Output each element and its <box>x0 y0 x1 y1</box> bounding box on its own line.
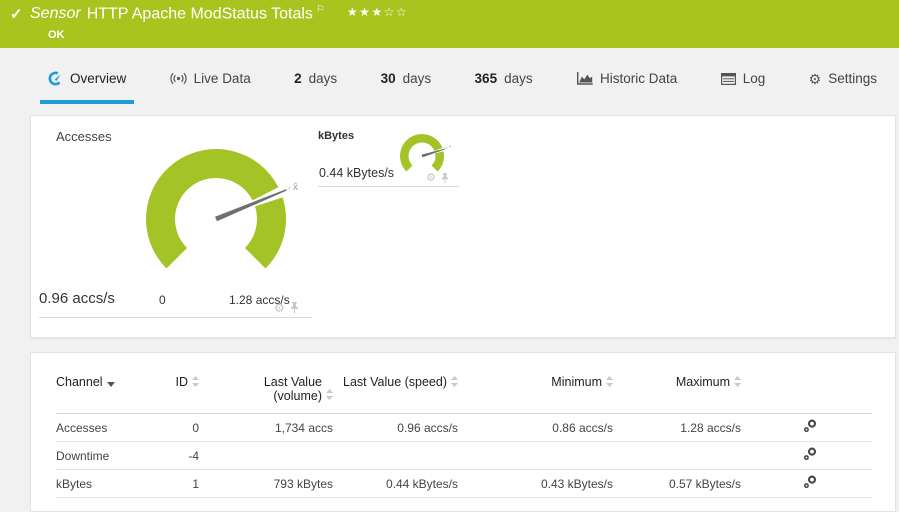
gauge-current-value: 0.96 accs/s <box>39 290 115 307</box>
channel-id: 0 <box>151 414 199 442</box>
gear-icon: ⚙ <box>809 72 822 86</box>
average-marker-line <box>446 146 453 149</box>
tab-settings[interactable]: ⚙ Settings <box>801 57 885 104</box>
broadcast-icon <box>170 72 187 85</box>
tab-2-days[interactable]: 2 days <box>286 57 345 104</box>
tab-overview-label: Overview <box>70 71 126 86</box>
column-header-channel[interactable]: Channel <box>56 367 151 414</box>
gear-icon[interactable]: ⚙ <box>274 302 285 314</box>
gauge-current-value: 0.44 kBytes/s <box>319 166 394 180</box>
page-title: HTTP Apache ModStatus Totals <box>87 5 313 22</box>
gauges-panel: Accesses x̄ 0 1.28 accs/s 0.96 accs/s ⚙ … <box>30 115 896 338</box>
channel-settings-icon[interactable] <box>803 478 817 492</box>
gauge-title-kbytes: kBytes <box>318 130 354 142</box>
table-row: Accesses 0 1,734 accs 0.96 accs/s 0.86 a… <box>56 414 872 442</box>
table-row: Downtime -4 <box>56 442 872 470</box>
channels-panel: Channel ID Last Value (volume) Last Valu… <box>30 352 896 512</box>
flag-icon[interactable]: ⚐ <box>316 4 325 15</box>
tab-historic-data[interactable]: Historic Data <box>568 57 685 104</box>
tab-30-days-number: 30 <box>381 71 396 86</box>
sensor-title-line: Sensor HTTP Apache ModStatus Totals⚐ ★★★☆☆ <box>30 4 408 23</box>
channel-settings-icon[interactable] <box>803 450 817 464</box>
table-header-row: Channel ID Last Value (volume) Last Valu… <box>56 367 872 414</box>
average-marker: x̄ <box>293 182 298 193</box>
table-row: kBytes 1 793 kBytes 0.44 kBytes/s 0.43 k… <box>56 470 872 498</box>
channel-settings-icon[interactable] <box>803 422 817 436</box>
tab-log[interactable]: Log <box>713 57 774 104</box>
tab-bar: Overview Live Data 2 days 30 days 365 da… <box>40 57 885 104</box>
accesses-gauge[interactable]: x̄ <box>141 144 311 296</box>
tab-historic-data-label: Historic Data <box>600 71 677 86</box>
channel-maximum <box>613 442 741 470</box>
channel-maximum: 1.28 accs/s <box>613 414 741 442</box>
object-kind-label: Sensor <box>30 5 81 22</box>
channel-last-volume <box>199 442 333 470</box>
channels-table: Channel ID Last Value (volume) Last Valu… <box>56 367 872 498</box>
status-badge: OK <box>48 29 65 41</box>
widget-divider <box>39 317 312 318</box>
pin-icon[interactable] <box>290 302 299 314</box>
channel-minimum <box>458 442 613 470</box>
column-header-maximum[interactable]: Maximum <box>613 367 741 414</box>
column-header-last-value-speed[interactable]: Last Value (speed) <box>333 367 458 414</box>
channel-name[interactable]: Accesses <box>56 414 151 442</box>
channel-last-volume: 793 kBytes <box>199 470 333 498</box>
area-chart-icon <box>576 72 593 86</box>
channel-last-speed: 0.44 kBytes/s <box>333 470 458 498</box>
channel-name[interactable]: Downtime <box>56 442 151 470</box>
gauge-icon <box>48 71 63 86</box>
sort-icon[interactable] <box>734 376 741 390</box>
column-header-last-value-volume[interactable]: Last Value (volume) <box>199 367 333 414</box>
pin-icon[interactable] <box>441 173 449 184</box>
tab-365-days[interactable]: 365 days <box>467 57 541 104</box>
sort-icon[interactable] <box>451 376 458 390</box>
ok-check-icon: ✓ <box>10 5 23 23</box>
gauge-widget-actions: ⚙ <box>274 302 299 314</box>
priority-star-rating[interactable]: ★★★☆☆ <box>347 5 408 19</box>
channel-minimum: 0.86 accs/s <box>458 414 613 442</box>
channel-id: 1 <box>151 470 199 498</box>
tab-30-days[interactable]: 30 days <box>373 57 440 104</box>
tab-30-days-label: days <box>403 71 432 86</box>
channel-id: -4 <box>151 442 199 470</box>
sort-icon[interactable] <box>192 376 199 390</box>
tab-settings-label: Settings <box>828 71 877 86</box>
column-header-id[interactable]: ID <box>151 367 199 414</box>
gauge-widget-actions: ⚙ <box>426 173 449 184</box>
tab-365-days-number: 365 <box>475 71 498 86</box>
tab-2-days-number: 2 <box>294 71 302 86</box>
channel-maximum: 0.57 kBytes/s <box>613 470 741 498</box>
sort-desc-icon[interactable] <box>107 376 115 390</box>
gauge-title-accesses: Accesses <box>56 129 112 144</box>
widget-divider <box>318 186 459 187</box>
gauge-scale-min: 0 <box>159 293 166 307</box>
sort-icon[interactable] <box>606 376 613 390</box>
tab-live-data-label: Live Data <box>194 71 251 86</box>
column-header-minimum[interactable]: Minimum <box>458 367 613 414</box>
log-icon <box>721 73 736 85</box>
sensor-header: ✓ Sensor HTTP Apache ModStatus Totals⚐ ★★★… <box>0 0 899 48</box>
channel-last-volume: 1,734 accs <box>199 414 333 442</box>
column-header-actions <box>741 367 872 414</box>
gear-icon[interactable]: ⚙ <box>426 173 436 184</box>
channel-name[interactable]: kBytes <box>56 470 151 498</box>
channel-last-speed: 0.96 accs/s <box>333 414 458 442</box>
tab-log-label: Log <box>743 71 766 86</box>
channel-last-speed <box>333 442 458 470</box>
channel-minimum: 0.43 kBytes/s <box>458 470 613 498</box>
tab-2-days-label: days <box>309 71 338 86</box>
tab-live-data[interactable]: Live Data <box>162 57 259 104</box>
sort-icon[interactable] <box>326 389 333 403</box>
tab-365-days-label: days <box>504 71 533 86</box>
tab-overview[interactable]: Overview <box>40 57 134 104</box>
